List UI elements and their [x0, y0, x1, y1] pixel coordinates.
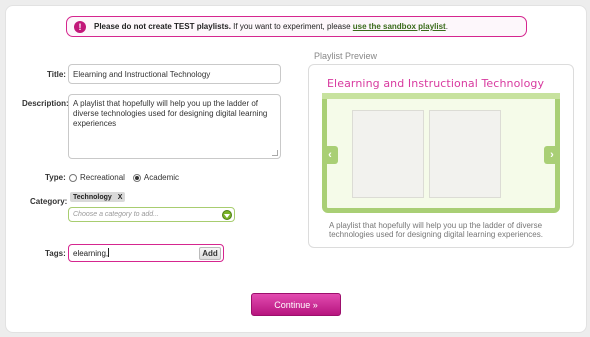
notice-body-text: If you want to experiment, please [230, 22, 353, 31]
type-radio-group: Recreational Academic [69, 173, 187, 182]
preview-description: A playlist that hopefully will help you … [329, 221, 543, 239]
radio-recreational[interactable] [69, 173, 77, 182]
title-label: Title: [47, 70, 66, 79]
tags-value: elearning, [73, 249, 109, 258]
exclamation-icon: ! [74, 20, 86, 33]
preview-heading: Playlist Preview [314, 51, 378, 61]
tags-label: Tags: [45, 249, 66, 258]
category-tag-chip: Technology X [70, 192, 126, 202]
preview-slide [352, 110, 424, 198]
notice-text: Please do not create TEST playlists. If … [94, 22, 448, 31]
category-placeholder: Choose a category to add... [73, 211, 159, 218]
continue-button[interactable]: Continue » [251, 293, 341, 316]
preview-slide [429, 110, 501, 198]
remove-tag-button[interactable]: X [118, 194, 123, 201]
category-tag-label: Technology [73, 193, 112, 201]
arrow-left-icon[interactable]: ‹ [322, 146, 338, 164]
radio-recreational-label[interactable]: Recreational [80, 173, 125, 182]
resize-grip-icon[interactable] [272, 150, 278, 156]
radio-academic-label[interactable]: Academic [144, 173, 179, 182]
description-label: Description: [22, 99, 69, 108]
description-textarea[interactable]: A playlist that hopefully will help you … [68, 94, 281, 159]
category-label: Category: [30, 197, 68, 206]
category-select[interactable]: Choose a category to add... [68, 207, 235, 222]
description-text: A playlist that hopefully will help you … [73, 99, 268, 128]
sandbox-playlist-link[interactable]: use the sandbox playlist [353, 22, 446, 31]
tags-input[interactable]: elearning, [69, 248, 199, 258]
add-tag-button[interactable]: Add [199, 246, 221, 260]
text-caret [108, 248, 110, 257]
arrow-right-icon[interactable]: › [544, 146, 560, 164]
type-label: Type: [45, 173, 66, 182]
warning-notice: ! Please do not create TEST playlists. I… [66, 16, 527, 37]
chevron-down-icon[interactable] [222, 210, 232, 220]
radio-academic[interactable] [132, 173, 141, 182]
preview-title: Elearning and Instructional Technology [327, 77, 545, 90]
tags-field: elearning, Add [68, 244, 224, 262]
preview-carousel: ‹ › [322, 93, 560, 213]
notice-end: . [445, 22, 448, 31]
notice-bold-text: Please do not create TEST playlists. [94, 22, 231, 31]
title-input[interactable]: Elearning and Instructional Technology [68, 64, 281, 84]
